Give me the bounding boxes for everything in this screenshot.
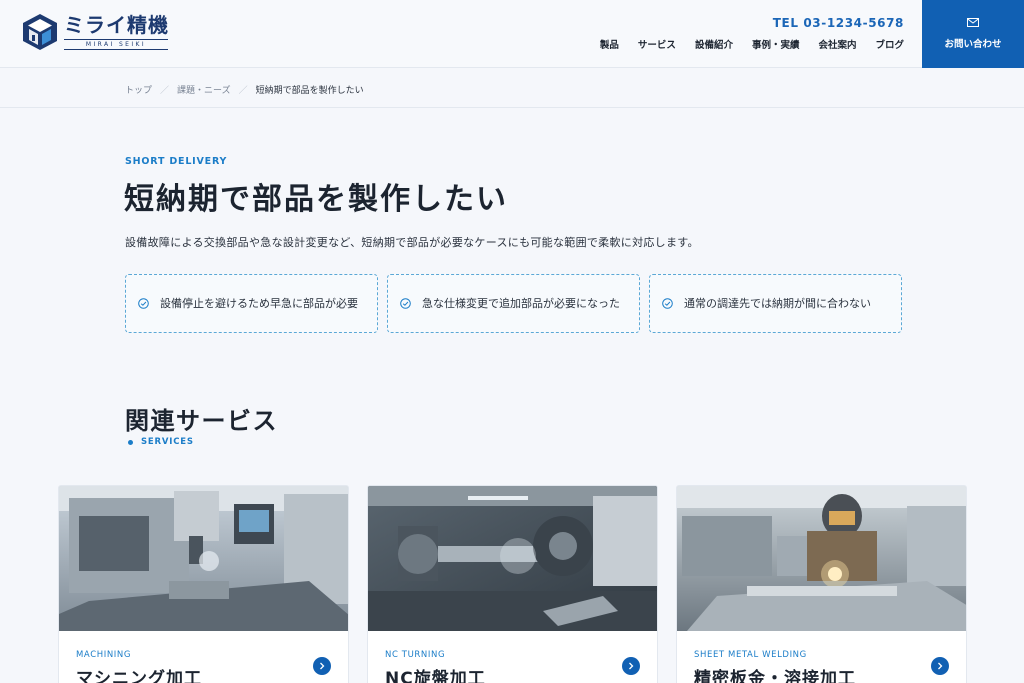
needs-list: 設備停止を避けるため早急に部品が必要 急な仕様変更で追加部品が必要になった 通常… <box>125 274 902 333</box>
welding-photo <box>677 486 966 631</box>
service-en-label: MACHINING <box>76 650 132 660</box>
global-nav: 製品 サービス 設備紹介 事例・実績 会社案内 ブログ <box>600 37 904 51</box>
service-en-label: SHEET METAL WELDING <box>694 650 807 660</box>
service-card-nc-turning[interactable]: NC TURNING NC旋盤加工 <box>367 485 658 683</box>
page-title: 短納期で部品を製作したい <box>124 182 508 217</box>
services-subtitle-text: SERVICES <box>141 437 194 447</box>
need-text: 通常の調達先では納期が間に合わない <box>684 296 871 310</box>
nav-company[interactable]: 会社案内 <box>818 37 856 51</box>
services-list: MACHINING マシニング加工 NC TURNING NC旋盤加工 SHEE… <box>58 485 967 683</box>
logo-name: ミライ精機 <box>64 13 169 37</box>
service-name: NC旋盤加工 <box>385 669 486 683</box>
mail-icon <box>967 18 979 27</box>
nav-blog[interactable]: ブログ <box>875 37 904 51</box>
nav-services[interactable]: サービス <box>638 37 676 51</box>
service-name: マシニング加工 <box>76 669 202 683</box>
site-header: ミライ精機 MIRAI SEIKI TEL 03-1234-5678 製品 サー… <box>0 0 1024 68</box>
need-text: 設備停止を避けるため早急に部品が必要 <box>160 296 358 310</box>
page-lead: 設備故障による交換部品や急な設計変更など、短納期で部品が必要なケースにも可能な範… <box>125 236 699 249</box>
need-text: 急な仕様変更で追加部品が必要になった <box>422 296 620 310</box>
need-card: 通常の調達先では納期が間に合わない <box>649 274 902 333</box>
contact-button[interactable]: お問い合わせ <box>922 0 1024 68</box>
breadcrumb-separator: ／ <box>238 86 248 96</box>
phone-number[interactable]: TEL 03-1234-5678 <box>773 16 904 30</box>
need-card: 設備停止を避けるため早急に部品が必要 <box>125 274 378 333</box>
nav-products[interactable]: 製品 <box>600 37 619 51</box>
nav-case-studies[interactable]: 事例・実績 <box>752 37 800 51</box>
site-logo[interactable]: ミライ精機 MIRAI SEIKI <box>22 13 169 51</box>
services-subtitle: SERVICES <box>128 437 194 447</box>
breadcrumb-current: 短納期で部品を製作したい <box>255 86 364 96</box>
services-title: 関連サービス <box>125 407 278 435</box>
check-circle-icon <box>400 298 411 309</box>
chevron-right-icon[interactable] <box>931 657 949 675</box>
breadcrumb-top[interactable]: トップ <box>125 83 152 96</box>
nc-lathe-photo <box>368 486 657 631</box>
page-eyebrow: SHORT DELIVERY <box>125 156 228 167</box>
service-card-machining[interactable]: MACHINING マシニング加工 <box>58 485 349 683</box>
need-card: 急な仕様変更で追加部品が必要になった <box>387 274 640 333</box>
breadcrumb-divider <box>0 107 1024 108</box>
nav-equipment[interactable]: 設備紹介 <box>695 37 733 51</box>
chevron-right-icon[interactable] <box>622 657 640 675</box>
service-name: 精密板金・溶接加工 <box>694 669 856 683</box>
service-card-sheet-metal[interactable]: SHEET METAL WELDING 精密板金・溶接加工 <box>676 485 967 683</box>
breadcrumb: トップ ／ 課題・ニーズ ／ 短納期で部品を製作したい <box>125 83 364 96</box>
contact-button-label: お問い合わせ <box>944 39 1002 50</box>
machining-center-photo <box>59 486 348 631</box>
check-circle-icon <box>662 298 673 309</box>
service-en-label: NC TURNING <box>385 650 446 660</box>
check-circle-icon <box>138 298 149 309</box>
breadcrumb-separator: ／ <box>160 86 170 96</box>
bullet-dot-icon <box>128 439 133 445</box>
logo-subtext: MIRAI SEIKI <box>64 39 168 50</box>
breadcrumb-needs[interactable]: 課題・ニーズ <box>177 83 231 96</box>
logo-mark-icon <box>23 14 57 50</box>
chevron-right-icon[interactable] <box>313 657 331 675</box>
